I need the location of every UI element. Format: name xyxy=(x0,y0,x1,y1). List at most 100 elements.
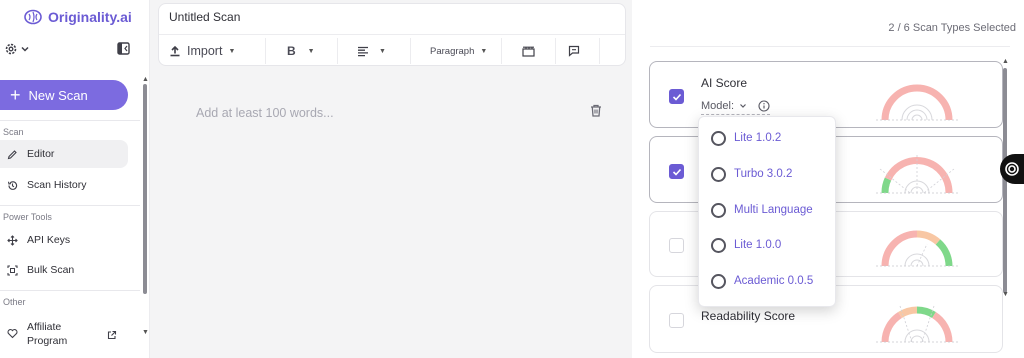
scan-card-3-gauge xyxy=(876,230,958,267)
bold-label: B xyxy=(287,44,296,58)
scroll-up-arrow-icon[interactable]: ▲ xyxy=(1002,58,1009,65)
sidebar-item-bulk-scan[interactable]: Bulk Scan xyxy=(0,256,128,284)
caret-down-icon: ▼ xyxy=(480,47,488,55)
editor-text-area[interactable]: Add at least 100 words... xyxy=(196,106,334,120)
new-scan-button[interactable]: + New Scan xyxy=(0,80,128,110)
caret-down-icon: ▼ xyxy=(307,47,315,55)
radio-button[interactable] xyxy=(711,273,726,289)
plus-icon: + xyxy=(10,85,21,105)
brain-logo-icon xyxy=(24,9,42,25)
external-link-icon[interactable] xyxy=(107,327,117,345)
new-scan-label: New Scan xyxy=(28,87,88,103)
target-icon xyxy=(1005,162,1019,176)
document-title-input[interactable]: Untitled Scan xyxy=(169,10,240,24)
sidebar-scrollbar[interactable]: ▲ ▼ xyxy=(142,76,149,356)
clear-text-button[interactable] xyxy=(590,104,602,122)
divider xyxy=(555,38,556,64)
section-label-other: Other xyxy=(3,297,26,307)
divider xyxy=(265,38,266,64)
model-option-label: Lite 1.0.0 xyxy=(734,239,782,251)
model-option-turbo-3-0-2[interactable]: Turbo 3.0.2 xyxy=(699,156,835,192)
divider xyxy=(501,38,502,64)
chevron-down-icon xyxy=(740,104,746,108)
divider xyxy=(599,38,600,64)
settings-menu-button[interactable] xyxy=(4,42,30,56)
model-option-academic-0-0-5[interactable]: Academic 0.0.5 xyxy=(699,263,835,299)
comment-button[interactable] xyxy=(568,41,580,61)
scan-card-3-checkbox[interactable] xyxy=(669,238,684,253)
divider xyxy=(0,290,140,291)
radio-button[interactable] xyxy=(711,130,726,146)
scan-types-selected-count: 2 / 6 Scan Types Selected xyxy=(888,22,1016,34)
sidebar-item-api-keys[interactable]: API Keys xyxy=(0,226,128,254)
caret-down-icon: ▼ xyxy=(228,47,236,55)
api-keys-icon xyxy=(7,234,18,246)
editor-header-card: Untitled Scan Import ▼ B ▼ ▼ Paragraph ▼ xyxy=(158,3,626,66)
model-dropdown-menu: Lite 1.0.2 Turbo 3.0.2 Multi Language Li… xyxy=(698,116,836,307)
sidebar-item-label: Editor xyxy=(27,148,55,160)
radio-button[interactable] xyxy=(711,202,726,218)
model-option-label: Multi Language xyxy=(734,204,813,216)
card-title: Readability Score xyxy=(701,309,796,323)
sidebar-item-editor[interactable]: Editor xyxy=(0,140,128,168)
model-option-label: Academic 0.0.5 xyxy=(734,275,814,287)
bulk-scan-icon xyxy=(7,264,18,276)
radio-button[interactable] xyxy=(711,237,726,253)
readability-score-checkbox[interactable] xyxy=(669,313,684,328)
scan-card-2-checkbox[interactable] xyxy=(669,164,684,179)
heart-icon xyxy=(7,329,18,339)
card-title: AI Score xyxy=(701,76,748,90)
ai-score-checkbox[interactable] xyxy=(669,89,684,104)
align-left-icon xyxy=(358,46,368,56)
ai-score-gauge xyxy=(876,84,958,121)
collapse-sidebar-button[interactable] xyxy=(117,42,130,60)
model-option-label: Lite 1.0.2 xyxy=(734,132,782,144)
scroll-up-arrow-icon[interactable]: ▲ xyxy=(142,76,149,83)
info-icon[interactable] xyxy=(758,100,770,112)
divider xyxy=(159,34,625,35)
divider xyxy=(650,46,1010,47)
paragraph-style-dropdown[interactable]: Paragraph ▼ xyxy=(430,41,487,61)
checkmark-icon xyxy=(672,168,681,176)
logo-text: Originality.ai xyxy=(48,9,132,25)
import-label: Import xyxy=(187,44,223,58)
model-option-label: Turbo 3.0.2 xyxy=(734,168,793,180)
logo[interactable]: Originality.ai xyxy=(24,6,132,28)
clapperboard-icon xyxy=(522,46,535,57)
bold-button[interactable]: B ▼ xyxy=(287,41,315,61)
scrollbar-thumb[interactable] xyxy=(143,84,147,294)
section-label-power-tools: Power Tools xyxy=(3,212,52,222)
paragraph-label: Paragraph xyxy=(430,45,475,57)
sidebar-item-label: Bulk Scan xyxy=(27,264,75,276)
comment-icon xyxy=(568,45,580,57)
divider xyxy=(410,38,411,64)
insert-media-button[interactable] xyxy=(522,41,535,61)
upload-icon xyxy=(170,45,180,57)
scroll-down-arrow-icon[interactable]: ▼ xyxy=(142,329,149,336)
import-button[interactable]: Import ▼ xyxy=(169,41,235,61)
divider xyxy=(337,38,338,64)
pencil-icon xyxy=(7,149,17,159)
section-label-scan: Scan xyxy=(3,127,24,137)
model-selector[interactable]: Model: xyxy=(701,100,771,115)
model-option-lite-1-0-0[interactable]: Lite 1.0.0 xyxy=(699,227,835,263)
sidebar-collapse-icon xyxy=(117,42,130,55)
sidebar-item-scan-history[interactable]: Scan History xyxy=(0,171,128,199)
assistant-floating-button[interactable] xyxy=(1000,154,1024,184)
model-option-multi-language[interactable]: Multi Language xyxy=(699,192,835,228)
radio-button[interactable] xyxy=(711,166,726,182)
history-icon xyxy=(7,180,18,190)
model-option-lite-1-0-2[interactable]: Lite 1.0.2 xyxy=(699,120,835,156)
scan-panel-scrollbar[interactable]: ▲ ▼ xyxy=(1001,58,1009,308)
sidebar-item-label: Affiliate Program xyxy=(27,321,68,347)
align-button[interactable]: ▼ xyxy=(357,41,386,61)
caret-down-icon: ▼ xyxy=(379,47,386,55)
model-underline xyxy=(701,114,771,115)
scroll-down-arrow-icon[interactable]: ▼ xyxy=(1002,291,1009,298)
sidebar-item-label: API Keys xyxy=(27,234,71,246)
gear-icon xyxy=(5,43,17,55)
trash-icon xyxy=(591,104,601,117)
divider xyxy=(0,205,140,206)
sidebar: Originality.ai + New Scan Scan Editor Sc… xyxy=(0,0,150,358)
checkmark-icon xyxy=(672,93,681,101)
